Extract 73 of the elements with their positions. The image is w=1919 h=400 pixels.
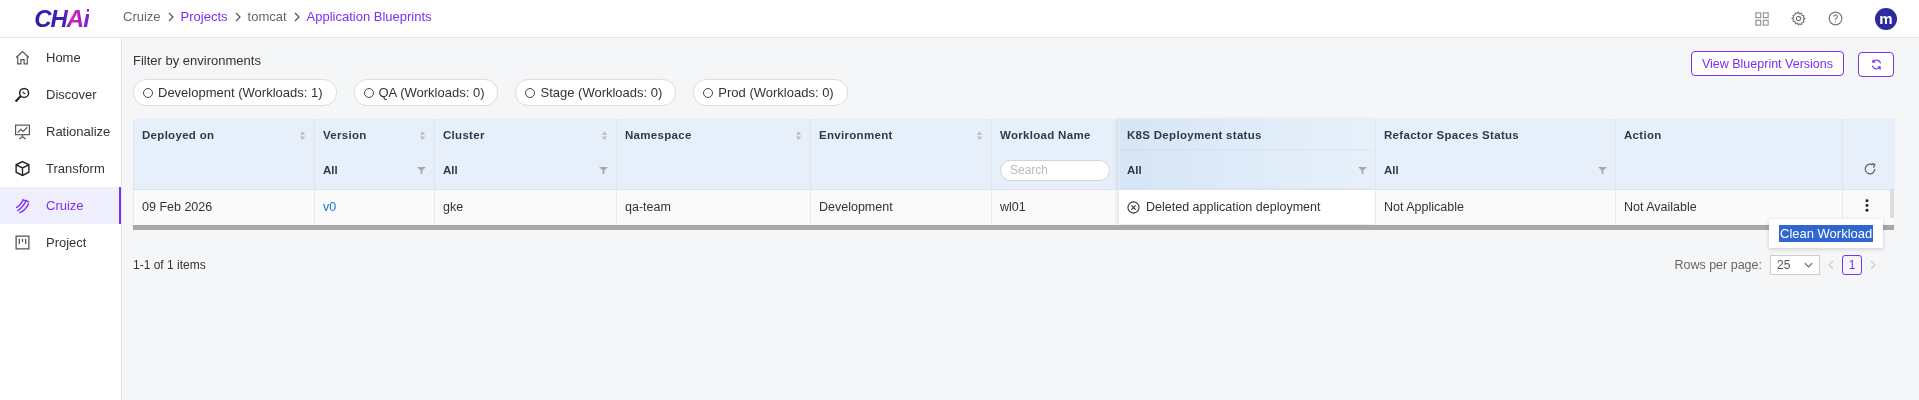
table-cell: 09 Feb 2026 — [142, 200, 213, 214]
chevron-icon — [1804, 262, 1813, 268]
magnifier-icon — [14, 86, 31, 103]
column-header[interactable]: Version — [323, 129, 367, 141]
filter-value[interactable]: All — [1384, 164, 1399, 176]
grid-icon[interactable] — [1755, 11, 1769, 26]
environment-chip[interactable]: Stage (Workloads: 0) — [515, 79, 677, 106]
table-cell: Development — [819, 200, 893, 214]
table-cell: Not Applicable — [1384, 200, 1464, 214]
menu-item[interactable]: Clean Workload — [1779, 225, 1874, 242]
chevron-icon — [167, 11, 174, 22]
column-header[interactable]: Environment — [819, 129, 893, 141]
environment-chip[interactable]: Development (Workloads: 1) — [133, 79, 337, 106]
sidebar-item[interactable]: Project — [0, 224, 121, 261]
sidebar-item[interactable]: Discover — [0, 76, 121, 113]
user-avatar[interactable]: m — [1875, 7, 1897, 30]
filter-value[interactable]: All — [1127, 164, 1142, 176]
filter-icon[interactable] — [599, 165, 608, 175]
column-header[interactable]: Namespace — [625, 129, 692, 141]
column-header[interactable]: Cluster — [443, 129, 485, 141]
sort-icon[interactable] — [601, 129, 608, 141]
view-versions-button[interactable]: View Blueprint Versions — [1690, 51, 1844, 76]
cube-icon — [14, 160, 31, 177]
filter-value[interactable]: All — [323, 164, 338, 176]
filter-icon[interactable] — [417, 165, 426, 175]
refresh-icon — [1869, 58, 1883, 71]
environment-chip[interactable]: Prod (Workloads: 0) — [693, 79, 848, 106]
breadcrumb-link[interactable]: Application Blueprints — [306, 9, 432, 24]
previous-page-icon[interactable] — [1828, 260, 1834, 270]
filter-value[interactable]: All — [443, 164, 458, 176]
settings-icon[interactable] — [1791, 11, 1806, 26]
filter-label: Filter by environments — [133, 53, 262, 68]
sidebar-item[interactable]: Rationalize — [0, 113, 121, 150]
column-header[interactable]: Action — [1624, 129, 1662, 141]
sort-icon[interactable] — [976, 129, 983, 141]
status-text: Deleted application deployment — [1146, 200, 1321, 214]
table-cell: gke — [443, 200, 464, 214]
sort-icon[interactable] — [795, 129, 802, 141]
filter-icon[interactable] — [1358, 165, 1367, 175]
version-link[interactable]: v0 — [323, 200, 337, 214]
environment-chip[interactable]: QA (Workloads: 0) — [353, 79, 499, 106]
rows-per-page-label: Rows per page: — [1674, 258, 1762, 272]
filter-icon[interactable] — [1598, 165, 1607, 175]
more-icon[interactable] — [1865, 199, 1869, 212]
sort-icon[interactable] — [299, 129, 306, 141]
page-button[interactable]: 1 — [1842, 255, 1862, 275]
chevron-icon — [234, 11, 241, 22]
help-icon[interactable] — [1828, 11, 1843, 26]
house-icon — [14, 49, 31, 66]
column-header[interactable]: K8S Deployment status — [1127, 129, 1262, 141]
breadcrumb-item: Cruize — [123, 9, 161, 24]
reload-icon[interactable] — [1863, 162, 1877, 176]
table-cell: qa-team — [625, 200, 671, 214]
sidebar-item[interactable]: Home — [0, 39, 121, 76]
refresh-button[interactable] — [1858, 52, 1894, 77]
next-page-icon[interactable] — [1870, 260, 1876, 270]
search-field[interactable]: Search — [1000, 159, 1110, 181]
horizontal-scrollbar[interactable] — [133, 225, 1894, 230]
fingerprint-icon — [14, 197, 31, 214]
presentation-icon — [14, 123, 31, 140]
board-icon — [14, 234, 31, 251]
rows-per-page-select[interactable]: 25 — [1770, 255, 1820, 275]
chevron-icon — [293, 11, 300, 22]
table-cell: Not Available — [1624, 200, 1697, 214]
sidebar-item[interactable]: Cruize — [0, 187, 121, 224]
table-cell: wl01 — [1000, 200, 1026, 214]
sort-icon[interactable] — [419, 129, 426, 141]
cancel-circle-icon — [1127, 200, 1140, 214]
item-count: 1-1 of 1 items — [133, 258, 206, 272]
column-header[interactable]: Deployed on — [142, 129, 215, 141]
breadcrumb-link[interactable]: Projects — [180, 9, 228, 24]
breadcrumb-item: tomcat — [247, 9, 287, 24]
sidebar-item[interactable]: Transform — [0, 150, 121, 187]
